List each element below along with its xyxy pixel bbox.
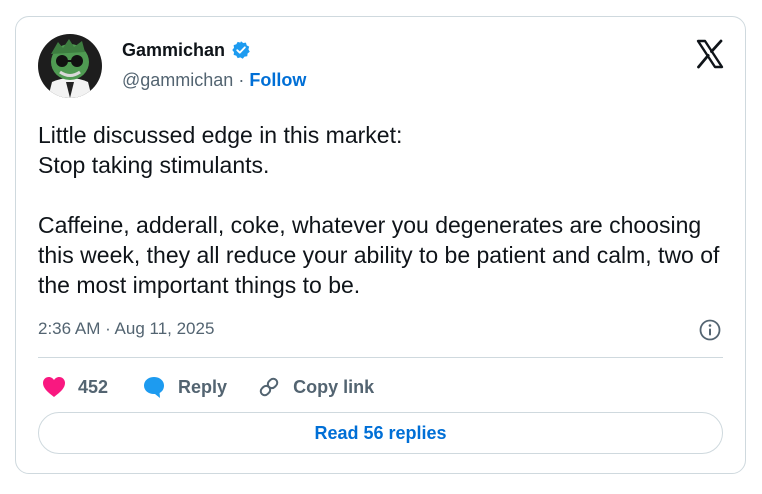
tweet-timestamp[interactable]: 2:36 AM · Aug 11, 2025 xyxy=(38,318,214,340)
x-logo-icon[interactable] xyxy=(695,39,725,69)
follow-button[interactable]: Follow xyxy=(249,70,306,90)
author-handle-row: @gammichan · Follow xyxy=(122,69,306,91)
heart-icon xyxy=(42,376,66,398)
verified-badge-icon xyxy=(231,40,251,60)
link-icon xyxy=(257,375,281,399)
tweet-card: Gammichan @gammichan · Follow Little dis… xyxy=(15,16,746,474)
like-button[interactable]: 452 xyxy=(42,376,108,398)
handle-separator: · xyxy=(238,70,245,90)
speech-bubble-icon xyxy=(142,375,166,399)
tweet-text: Little discussed edge in this market: St… xyxy=(38,122,720,298)
copy-link-label: Copy link xyxy=(293,376,375,397)
author-name-row: Gammichan xyxy=(122,39,251,61)
like-count: 452 xyxy=(78,376,109,397)
author-display-name[interactable]: Gammichan xyxy=(122,39,225,61)
action-bar: 452 Reply Copy link xyxy=(42,372,374,402)
reply-label: Reply xyxy=(178,376,228,397)
divider xyxy=(38,357,723,358)
avatar[interactable] xyxy=(38,34,102,98)
read-replies-button[interactable]: Read 56 replies xyxy=(38,412,723,454)
info-icon[interactable] xyxy=(699,319,721,341)
reply-button[interactable]: Reply xyxy=(142,375,227,399)
author-handle[interactable]: @gammichan xyxy=(122,70,233,90)
copy-link-button[interactable]: Copy link xyxy=(257,375,374,399)
